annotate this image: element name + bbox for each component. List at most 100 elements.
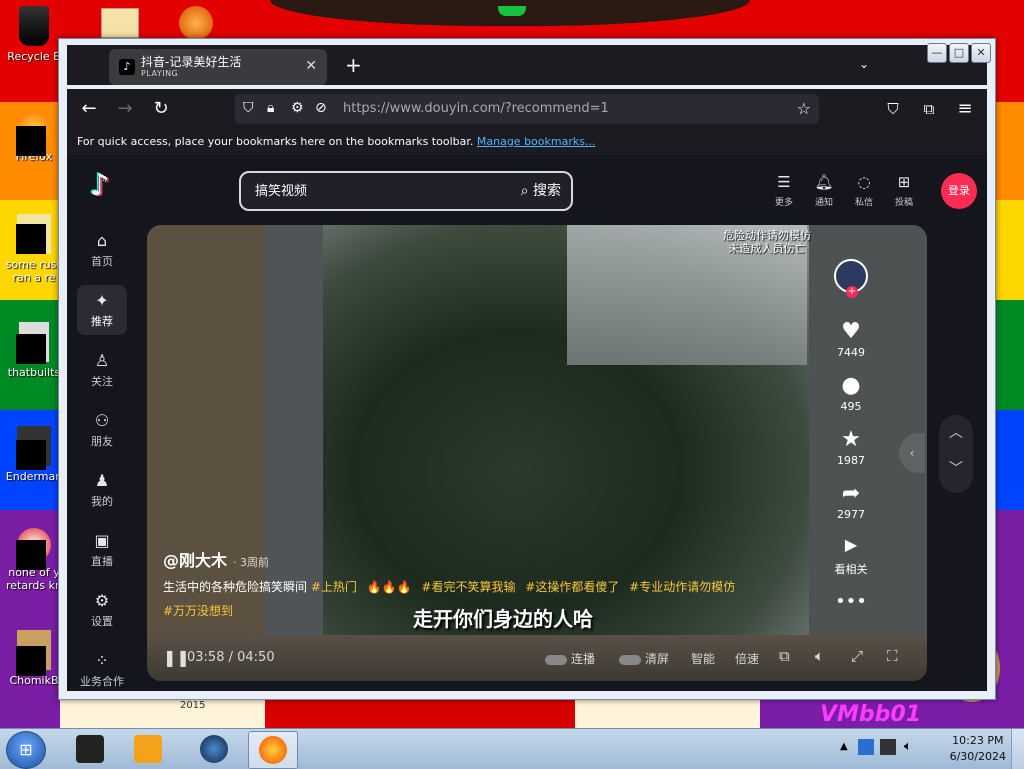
favorite-button[interactable]: ★ 1987: [831, 427, 871, 467]
sidebar-item-follow[interactable]: ♙ 关注: [77, 345, 127, 395]
show-hidden-icons[interactable]: ▲: [840, 741, 848, 752]
bookmark-star-icon[interactable]: ☆: [797, 99, 811, 118]
show-desktop-button[interactable]: [1011, 729, 1024, 769]
tab-douyin[interactable]: ♪ 抖音-记录美好生活 PLAYING ✕: [109, 49, 327, 85]
shield-icon[interactable]: ⛉: [243, 100, 254, 116]
clock-date: 6/30/2024: [949, 750, 1006, 763]
desktop-icon-folder[interactable]: [90, 8, 150, 42]
video-author[interactable]: @刚大木 · 3周前: [163, 547, 269, 571]
settings-icon: ⚙: [94, 591, 110, 610]
heart-icon: ♥: [841, 319, 861, 344]
sidebar-item-home[interactable]: ⌂ 首页: [77, 225, 127, 275]
volume-tray-icon[interactable]: 🔈︎: [904, 739, 912, 754]
comment-button[interactable]: ● 495: [831, 373, 871, 413]
sidebar-item-recommend[interactable]: ✦ 推荐: [77, 285, 127, 335]
pause-icon[interactable]: ❚❚: [163, 648, 190, 667]
miniplayer-icon[interactable]: ⧉: [779, 647, 790, 665]
favorite-count: 1987: [837, 454, 865, 467]
url-bar[interactable]: ⛉ 🔒︎ ⚙ ⊘ https://www.douyin.com/?recomme…: [235, 94, 819, 124]
manage-bookmarks-link[interactable]: Manage bookmarks...: [477, 135, 596, 148]
current-time: 03:58: [187, 650, 225, 665]
sidebar-label: 直播: [91, 555, 113, 568]
author-avatar[interactable]: +: [834, 259, 868, 298]
video-player[interactable]: 危险动作请勿模仿 未造成人员伤亡 走开你们身边的人哈 @刚大木 · 3周前 生活中…: [147, 225, 927, 681]
autoplay-toggle[interactable]: 连播: [545, 650, 595, 667]
follow-plus-icon[interactable]: +: [846, 286, 858, 298]
list-tabs-icon[interactable]: ⌄: [859, 57, 869, 71]
sidebar-item-business[interactable]: ⁘ 业务合作: [77, 645, 127, 695]
taskbar-item-media-player[interactable]: [124, 731, 172, 767]
top-action-label: 通知: [814, 198, 833, 208]
bookmarks-toolbar: For quick access, place your bookmarks h…: [67, 129, 987, 155]
next-video-icon[interactable]: ﹀: [939, 451, 973, 487]
top-action-more[interactable]: ☰ 更多: [767, 173, 801, 208]
start-button[interactable]: ⊞: [6, 731, 46, 769]
sidebar: ⌂ 首页 ✦ 推荐 ♙ 关注 ⚇ 朋友 ♟ 我的 ▣ 直播 ⚙ 设置 ⁘ 业务合作: [67, 225, 137, 705]
new-tab-icon[interactable]: +: [345, 53, 362, 77]
clear-screen-toggle[interactable]: 清屏: [619, 650, 669, 667]
reload-icon[interactable]: ↻: [149, 97, 173, 121]
hashtag[interactable]: #上热门: [311, 580, 357, 594]
previous-video-icon[interactable]: ︿: [939, 415, 973, 451]
extensions-icon[interactable]: ⧉: [917, 97, 941, 121]
firefox-icon: [259, 736, 287, 764]
like-button[interactable]: ♥ 7449: [831, 319, 871, 359]
tab-status: PLAYING: [141, 69, 179, 78]
tray-monitor-icon[interactable]: [880, 739, 896, 755]
douyin-logo-icon[interactable]: ♪: [83, 169, 117, 203]
warning-line-1: 危险动作请勿模仿: [723, 229, 811, 242]
media-player-icon: [134, 735, 162, 763]
window-controls: — □ ✕: [927, 43, 991, 63]
top-action-notify[interactable]: 🔔︎ 通知: [807, 173, 841, 208]
taskbar: ⊞ ▲ 🔈︎ 10:23 PM 6/30/2024: [0, 728, 1024, 769]
sidebar-item-friends[interactable]: ⚇ 朋友: [77, 405, 127, 455]
author-name[interactable]: @刚大木: [163, 551, 227, 570]
sidebar-label: 朋友: [91, 435, 113, 448]
back-icon[interactable]: ←: [77, 97, 101, 121]
webfullscreen-icon[interactable]: ⤢: [851, 647, 863, 665]
minimize-button[interactable]: —: [927, 43, 947, 63]
hashtag[interactable]: #这操作都看傻了: [525, 580, 619, 594]
search-button[interactable]: ⌕ 搜索: [521, 180, 561, 200]
clock[interactable]: 10:23 PM 6/30/2024: [950, 733, 1006, 765]
firefox-window: ♪ 抖音-记录美好生活 PLAYING ✕ + ⌄ — □ ✕ ← → ↻ ⛉ …: [58, 38, 996, 700]
maximize-button[interactable]: □: [949, 43, 969, 63]
sidebar-item-settings[interactable]: ⚙ 设置: [77, 585, 127, 635]
desktop-icon-label: thatbuilts: [7, 366, 61, 379]
sparkle-icon: ✦: [95, 291, 109, 310]
hashtag[interactable]: #看完不笑算我输: [421, 580, 515, 594]
close-button[interactable]: ✕: [971, 43, 991, 63]
pocket-icon[interactable]: ⛉: [881, 97, 905, 121]
taskbar-item-firefox[interactable]: [248, 731, 298, 769]
tray-app-icon[interactable]: [858, 739, 874, 755]
share-button[interactable]: ➦ 2977: [831, 481, 871, 521]
taskbar-item-browser[interactable]: [190, 731, 238, 767]
taskbar-item-app1[interactable]: [66, 731, 114, 767]
lock-icon[interactable]: 🔒︎: [267, 100, 274, 116]
hashtag[interactable]: #专业动作请勿模仿: [629, 580, 735, 594]
login-button[interactable]: 登录: [941, 173, 977, 209]
top-action-upload[interactable]: ⊞ 投稿: [887, 173, 921, 208]
bookmarks-hint: For quick access, place your bookmarks h…: [77, 135, 474, 148]
url-text[interactable]: https://www.douyin.com/?recommend=1: [343, 101, 609, 116]
search-input[interactable]: [253, 181, 497, 198]
speed-button[interactable]: 倍速: [735, 650, 759, 667]
fullscreen-icon[interactable]: ⛶: [887, 647, 898, 665]
hashtag[interactable]: #万万没想到: [163, 604, 233, 618]
autoplay-blocked-icon[interactable]: ⊘: [315, 100, 327, 116]
related-label: 看相关: [834, 563, 868, 576]
forward-icon[interactable]: →: [113, 97, 137, 121]
search-icon: ⌕: [520, 183, 529, 199]
volume-icon[interactable]: 🔈︎: [815, 647, 824, 665]
quality-button[interactable]: 智能: [691, 650, 715, 667]
sidebar-item-live[interactable]: ▣ 直播: [77, 525, 127, 575]
more-options-icon[interactable]: •••: [831, 591, 871, 612]
menu-icon[interactable]: ≡: [953, 97, 977, 121]
sidebar-label: 关注: [91, 375, 113, 388]
desktop-icon-recycle-bin[interactable]: Recycle B: [4, 6, 64, 63]
permissions-icon[interactable]: ⚙: [291, 100, 304, 116]
related-button[interactable]: ▶ 看相关: [831, 535, 871, 577]
tab-close-icon[interactable]: ✕: [305, 58, 317, 74]
sidebar-item-mine[interactable]: ♟ 我的: [77, 465, 127, 515]
top-action-messages[interactable]: ◌ 私信: [847, 173, 881, 208]
